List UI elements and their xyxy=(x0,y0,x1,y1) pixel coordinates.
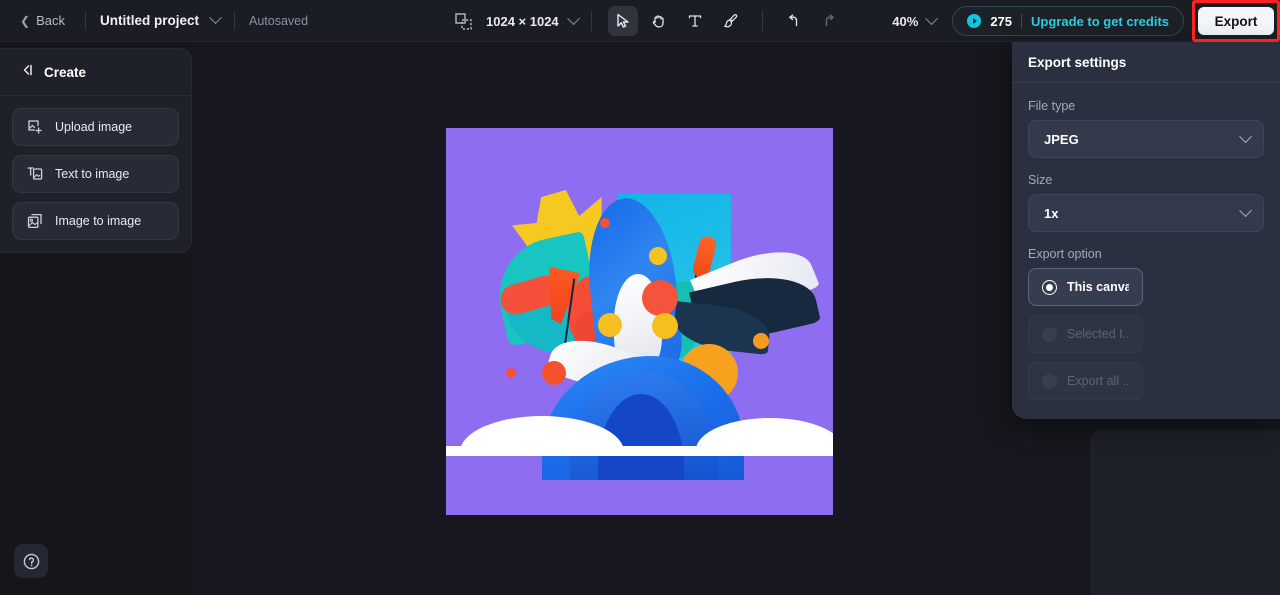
divider xyxy=(84,11,86,30)
sidebar-item-upload-image[interactable]: Upload image xyxy=(12,108,179,146)
sidebar-item-label: Image to image xyxy=(55,214,142,228)
sidebar-item-label: Upload image xyxy=(55,120,133,134)
credits-count: 275 xyxy=(990,13,1013,29)
chevron-down-icon xyxy=(1239,203,1252,217)
export-option-this-canvas[interactable]: This canvas xyxy=(1028,268,1143,306)
file-type-select[interactable]: JPEG xyxy=(1028,120,1264,158)
help-button[interactable] xyxy=(14,544,48,578)
text-to-image-icon xyxy=(27,166,43,182)
divider xyxy=(761,11,763,31)
frame-size-icon xyxy=(455,12,472,30)
file-type-label: File type xyxy=(1028,99,1076,113)
upgrade-credits-link[interactable]: Upgrade to get credits xyxy=(1031,14,1169,29)
radio-icon xyxy=(1042,326,1057,342)
autosave-status: Autosaved xyxy=(248,13,309,28)
topbar-right-group: 40% 275 Upgrade to get credits Export xyxy=(892,0,1280,42)
size-select[interactable]: 1x xyxy=(1028,194,1264,232)
divider xyxy=(1021,13,1023,29)
canvas-size-label[interactable]: 1024 × 1024 xyxy=(486,14,559,29)
export-option-label: Export option xyxy=(1028,247,1102,261)
help-circle-icon xyxy=(23,553,39,569)
undo-icon xyxy=(789,14,798,26)
divider xyxy=(233,11,235,30)
export-button[interactable]: Export xyxy=(1198,7,1274,35)
export-settings-popover: Export settings File type JPEG Size 1x E… xyxy=(1012,42,1280,419)
create-panel-items: Upload image Text to image Image to imag… xyxy=(0,96,191,240)
redo-button[interactable] xyxy=(815,6,845,36)
create-panel: Create Upload image Text to image Image … xyxy=(0,48,192,253)
export-button-wrap: Export xyxy=(1198,7,1274,35)
radio-icon xyxy=(1042,279,1057,295)
chevron-left-icon: ❮ xyxy=(20,13,31,28)
chevron-down-icon xyxy=(1239,129,1252,143)
select-tool-button[interactable] xyxy=(607,6,638,36)
redo-icon xyxy=(825,14,835,26)
zoom-control[interactable]: 40% xyxy=(892,11,939,29)
text-tool-button[interactable] xyxy=(680,6,710,36)
canvas-size-dropdown-button[interactable] xyxy=(566,11,580,26)
size-label: Size xyxy=(1028,173,1053,187)
chevron-down-icon xyxy=(566,11,580,25)
export-option-label-text: Export all ... xyxy=(1067,374,1129,388)
credit-coin-icon xyxy=(967,14,982,28)
text-icon xyxy=(688,15,701,27)
artboard[interactable] xyxy=(446,128,833,515)
sidebar-item-label: Text to image xyxy=(55,167,130,181)
size-value: 1x xyxy=(1044,205,1059,221)
artwork-image xyxy=(446,128,833,515)
sidebar-item-text-to-image[interactable]: Text to image xyxy=(12,155,179,193)
chevron-down-icon xyxy=(925,11,939,26)
create-panel-title: Create xyxy=(44,64,87,80)
export-settings-body: File type JPEG Size 1x Export option Thi… xyxy=(1012,83,1280,419)
right-side-rail xyxy=(1090,430,1280,595)
export-option-export-all[interactable]: Export all ... xyxy=(1028,362,1143,400)
cursor-arrow-icon xyxy=(616,13,629,28)
brush-tool-button[interactable] xyxy=(716,6,746,36)
export-option-label-text: Selected I... xyxy=(1067,327,1129,341)
undo-button[interactable] xyxy=(779,6,809,36)
image-to-image-icon xyxy=(27,213,43,229)
hand-tool-button[interactable] xyxy=(644,6,674,36)
export-settings-title: Export settings xyxy=(1028,54,1127,70)
brush-icon xyxy=(723,14,737,28)
divider xyxy=(590,11,592,31)
export-settings-header: Export settings xyxy=(1012,42,1280,83)
topbar-center-group: 1024 × 1024 xyxy=(455,0,848,42)
zoom-level-label: 40% xyxy=(892,13,919,29)
topbar-left-group: ❮ Back Untitled project Autosaved xyxy=(0,9,308,32)
create-panel-header: Create xyxy=(0,49,191,96)
export-option-selected-items[interactable]: Selected I... xyxy=(1028,315,1143,353)
file-type-value: JPEG xyxy=(1044,131,1079,147)
project-menu-button[interactable] xyxy=(209,11,222,25)
collapse-panel-icon[interactable] xyxy=(18,62,34,83)
back-button-label: Back xyxy=(36,13,65,28)
chevron-down-icon xyxy=(209,11,222,25)
project-name[interactable]: Untitled project xyxy=(100,13,199,28)
app-root: ❮ Back Untitled project Autosaved 1024 ×… xyxy=(0,0,1280,595)
credits-badge[interactable]: 275 Upgrade to get credits xyxy=(952,6,1184,36)
sidebar-item-image-to-image[interactable]: Image to image xyxy=(12,202,179,240)
hand-icon xyxy=(652,15,664,28)
top-toolbar: ❮ Back Untitled project Autosaved 1024 ×… xyxy=(0,0,1280,42)
back-button[interactable]: ❮ Back xyxy=(14,9,71,32)
export-option-group: This canvas Selected I... Export all ... xyxy=(1028,268,1264,400)
radio-icon xyxy=(1042,373,1057,389)
upload-image-icon xyxy=(27,119,43,135)
export-option-label-text: This canvas xyxy=(1067,280,1129,294)
